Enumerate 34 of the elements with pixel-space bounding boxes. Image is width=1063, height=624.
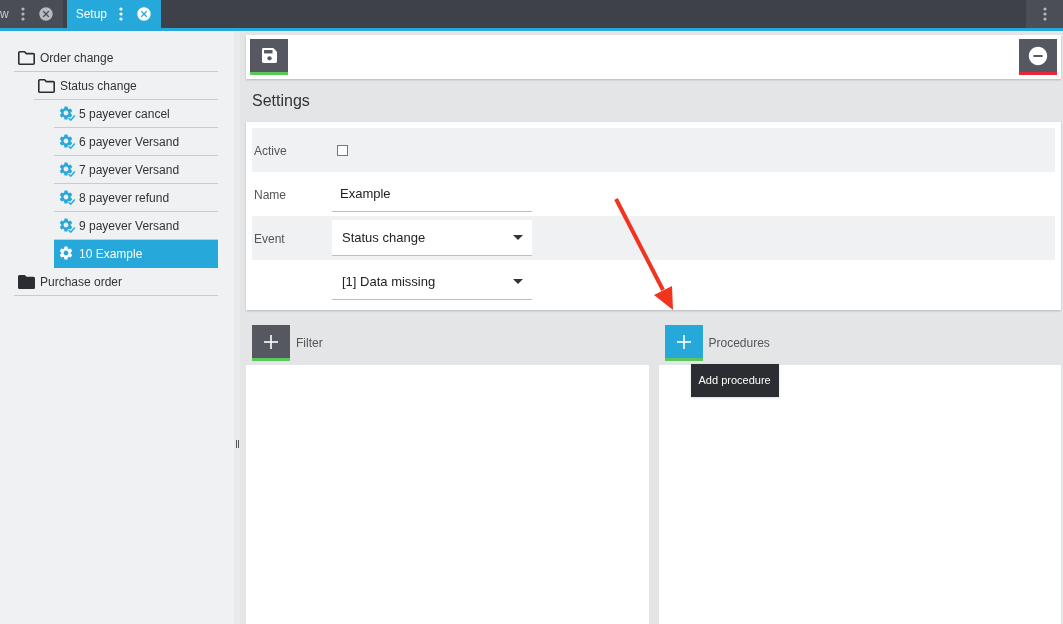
save-button[interactable] bbox=[250, 39, 288, 75]
tab[interactable]: w bbox=[0, 0, 63, 28]
remove-icon bbox=[1027, 44, 1049, 67]
section-label: Procedures bbox=[708, 335, 770, 352]
caret-icon bbox=[513, 279, 523, 284]
tree-item[interactable]: Order change bbox=[14, 44, 218, 72]
field-label: Event bbox=[254, 232, 285, 246]
close-icon[interactable] bbox=[37, 6, 54, 22]
remove-button[interactable] bbox=[1019, 39, 1057, 75]
more-icon[interactable] bbox=[20, 7, 25, 21]
section-label: Filter bbox=[296, 335, 323, 352]
plus-icon bbox=[264, 334, 278, 349]
grip-icon[interactable] bbox=[235, 440, 239, 448]
field-label: Name bbox=[254, 188, 286, 202]
section-title: Settings bbox=[252, 90, 310, 111]
tree-item[interactable]: 8 payever refund bbox=[54, 184, 218, 212]
tooltip: Add procedure bbox=[690, 364, 779, 397]
more-icon[interactable] bbox=[119, 7, 124, 21]
add-button[interactable] bbox=[252, 325, 290, 361]
tree-item[interactable]: 6 payever Versand bbox=[54, 128, 218, 156]
field-label: Active bbox=[254, 144, 287, 158]
plus-icon bbox=[676, 334, 691, 349]
caret-icon bbox=[513, 235, 523, 240]
more-icon bbox=[1042, 7, 1047, 21]
tree-item[interactable]: 7 payever Versand bbox=[54, 156, 218, 184]
name-field[interactable]: Example bbox=[332, 176, 532, 212]
tree-item[interactable]: Status change bbox=[34, 72, 218, 100]
close-icon[interactable] bbox=[136, 6, 153, 22]
add-button[interactable] bbox=[664, 325, 703, 361]
checkbox[interactable] bbox=[337, 144, 348, 156]
tree-item[interactable]: 5 payever cancel bbox=[54, 100, 218, 128]
tree-item[interactable]: Purchase order bbox=[14, 268, 218, 296]
dropdown-select[interactable]: Status change bbox=[332, 220, 532, 256]
save-icon bbox=[261, 48, 277, 63]
